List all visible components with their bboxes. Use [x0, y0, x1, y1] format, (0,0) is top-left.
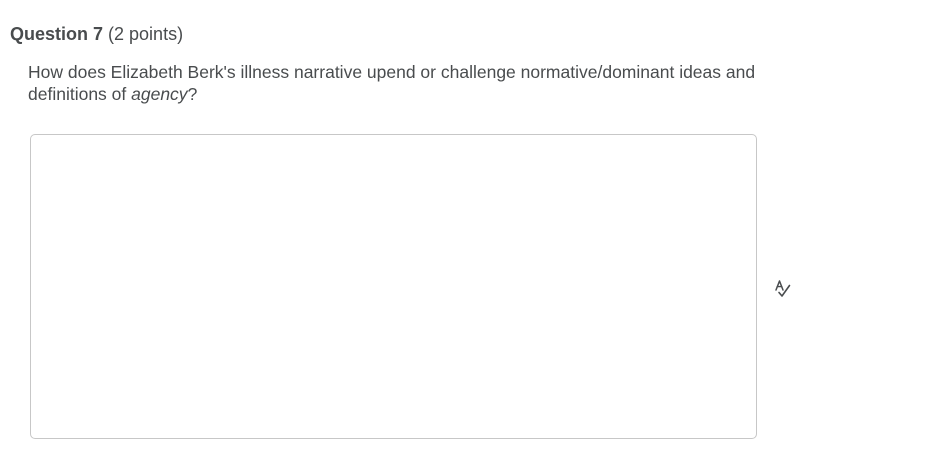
question-page: Question 7 (2 points) How does Elizabeth… — [0, 0, 935, 464]
spellcheck-button[interactable] — [771, 277, 795, 301]
question-prompt: How does Elizabeth Berk's illness narrat… — [28, 61, 768, 105]
question-header: Question 7 (2 points) — [10, 22, 183, 46]
spellcheck-icon — [775, 280, 791, 297]
question-prompt-emphasis: agency — [131, 84, 188, 104]
question-points: (2 points) — [108, 24, 184, 44]
question-title: Question 7 — [10, 24, 104, 44]
answer-textarea[interactable] — [30, 134, 757, 439]
question-prompt-end: ? — [187, 84, 198, 104]
